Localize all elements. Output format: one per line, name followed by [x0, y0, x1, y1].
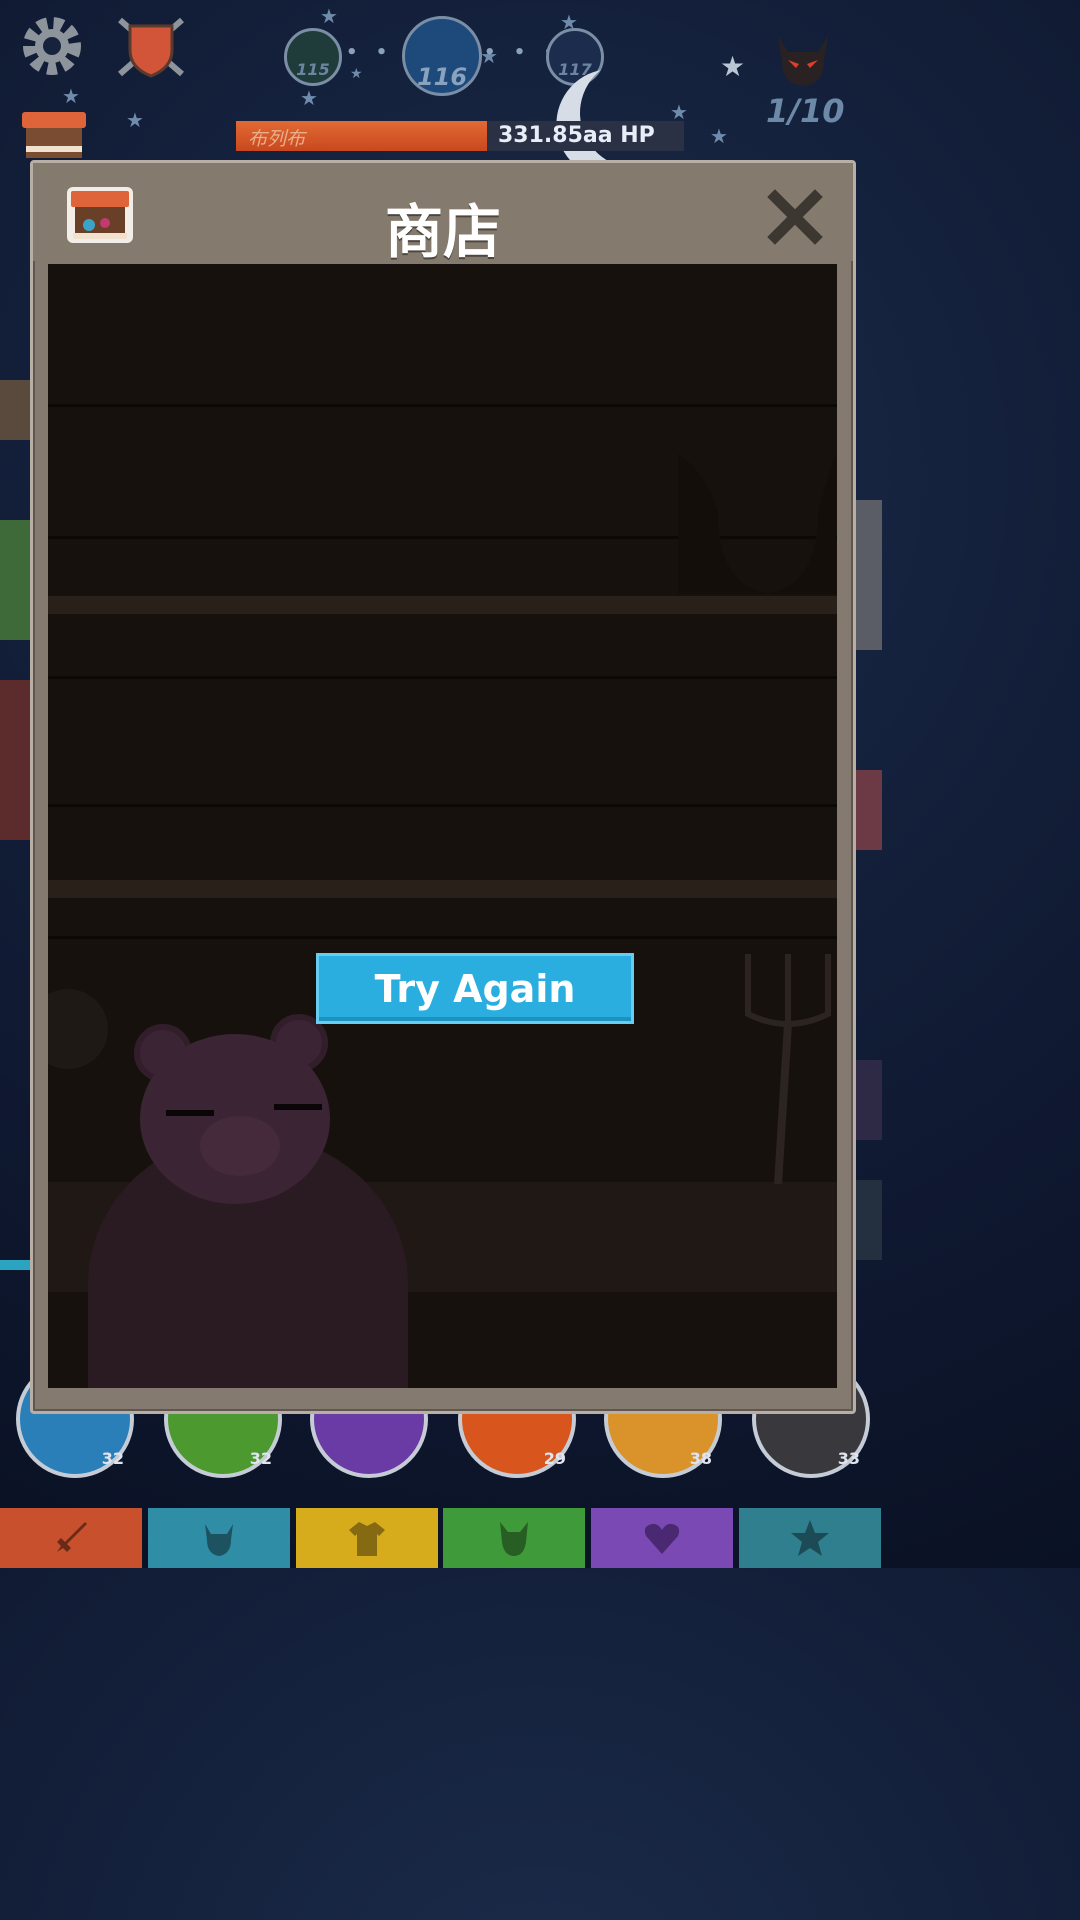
shirt-icon — [349, 1522, 385, 1556]
shop-content-area: Try Again — [48, 264, 837, 1388]
side-character-left — [0, 520, 30, 640]
tab-sword[interactable] — [0, 1508, 142, 1568]
tab-heart[interactable] — [591, 1508, 733, 1568]
star-icon — [791, 1520, 829, 1556]
shelf-divider — [48, 676, 837, 679]
crossed-swords-shield-icon[interactable] — [112, 14, 190, 80]
bear-muzzle — [200, 1116, 280, 1176]
tab-helmet[interactable] — [148, 1508, 290, 1568]
shop-modal: 商店 Try Again — [30, 160, 856, 1414]
pet-head-icon — [500, 1522, 528, 1556]
modal-title: 商店 — [384, 198, 501, 266]
side-building-left — [0, 380, 30, 440]
side-character-left-2 — [0, 680, 30, 840]
heart-icon — [644, 1523, 680, 1554]
top-hud: 115 • • • 116 • • • 117 布列布 331.85aa HP … — [0, 0, 882, 160]
side-panel-right-2 — [852, 1180, 882, 1260]
devil-boss-icon — [772, 30, 834, 88]
bear-eye — [166, 1110, 214, 1116]
soccer-ball-silhouette — [48, 989, 108, 1069]
boss-hp-value: 331.85aa HP — [498, 123, 655, 148]
helmet-silhouette — [678, 454, 836, 594]
helmet-icon — [205, 1524, 233, 1556]
side-panel-right — [852, 1060, 882, 1140]
wave-counter: 1/10 — [766, 92, 845, 130]
shelf-divider — [48, 804, 837, 807]
bear-eye — [274, 1104, 322, 1110]
bottom-tab-bar — [0, 1508, 882, 1568]
boss-health-bar: 布列布 331.85aa HP — [236, 121, 684, 151]
tab-star[interactable] — [739, 1508, 881, 1568]
tab-shirt[interactable] — [296, 1508, 438, 1568]
try-again-button[interactable]: Try Again — [316, 953, 634, 1024]
modal-header: 商店 — [33, 163, 853, 266]
sword-icon — [57, 1522, 87, 1552]
pitchfork-silhouette — [745, 954, 831, 1184]
close-icon[interactable] — [767, 189, 823, 245]
stage-previous: 115 — [284, 28, 342, 86]
shop-stall-icon[interactable] — [18, 108, 90, 162]
side-structure-right — [852, 500, 882, 650]
boss-name: 布列布 — [248, 128, 306, 150]
side-character-right — [852, 770, 882, 850]
shelf-board — [48, 880, 837, 898]
settings-gear-icon[interactable] — [18, 12, 86, 80]
shelf-divider — [48, 404, 837, 407]
shelf-divider — [48, 936, 837, 939]
side-progress-left — [0, 1260, 30, 1270]
stage-current: 116 — [402, 16, 482, 96]
tab-pet[interactable] — [443, 1508, 585, 1568]
